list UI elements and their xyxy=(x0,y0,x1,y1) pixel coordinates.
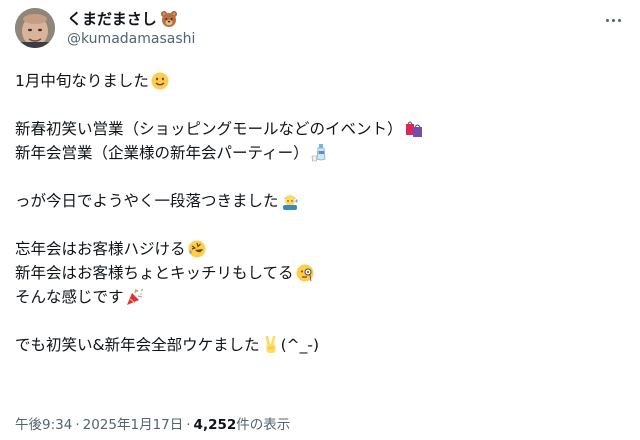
monocle-face-icon xyxy=(295,263,315,283)
post-line: 1月中旬なりました xyxy=(15,69,625,93)
meta-separator: · xyxy=(186,417,191,433)
post-line-text: そんな感じです xyxy=(15,288,124,306)
post-date[interactable]: 2025年1月17日 xyxy=(83,417,184,434)
dot-icon xyxy=(605,18,609,22)
post-line: そんな感じです xyxy=(15,285,625,309)
display-name-text: くまだまさし xyxy=(67,10,157,28)
party-popper-icon xyxy=(125,287,145,307)
post: くまだまさし @kumadamasashi 1月中旬なりました 新春初笑い営業（… xyxy=(0,0,640,440)
handle[interactable]: @kumadamasashi xyxy=(67,31,195,48)
post-line-text: 忘年会はお客様ハジける xyxy=(15,240,186,258)
post-line-text: 新春初笑い営業（ショッピングモールなどのイベント） xyxy=(15,120,403,138)
post-line: っが今日でようやく一段落つきました xyxy=(15,189,625,213)
post-text: 1月中旬なりました 新春初笑い営業（ショッピングモールなどのイベント） 新年会営… xyxy=(15,69,625,357)
sake-icon xyxy=(310,143,330,163)
views-label: 件の表示 xyxy=(236,417,291,433)
post-line: でも初笑い&新年会全部ウケました (^_-) xyxy=(15,333,625,357)
post-line-text: っが今日でようやく一段落つきました xyxy=(15,192,279,210)
post-time[interactable]: 午後9:34 xyxy=(15,417,72,434)
dot-icon xyxy=(611,18,615,22)
shopping-bags-icon xyxy=(404,119,424,139)
post-line-text: 新年会はお客様ちょとキッチリもしてる xyxy=(15,264,294,282)
more-options-button[interactable] xyxy=(600,10,626,30)
post-line: 新春初笑い営業（ショッピングモールなどのイベント） xyxy=(15,117,625,141)
post-line-text: 1月中旬なりました xyxy=(15,72,149,90)
post-meta: 午後9:34 · 2025年1月17日 · 4,252 件の表示 xyxy=(15,417,290,434)
sweating-worker-icon xyxy=(280,191,300,211)
post-line: 忘年会はお客様ハジける xyxy=(15,237,625,261)
smiling-face-icon xyxy=(150,71,170,91)
post-line-suffix: (^_-) xyxy=(280,336,320,354)
views-count[interactable]: 4,252 xyxy=(194,417,237,434)
post-line: 新年会営業（企業様の新年会パーティー） xyxy=(15,141,625,165)
dot-icon xyxy=(617,18,621,22)
post-line-text: 新年会営業（企業様の新年会パーティー） xyxy=(15,144,309,162)
victory-hand-icon xyxy=(261,335,281,355)
post-line-text: でも初笑い&新年会全部ウケました xyxy=(15,336,260,354)
bear-face-icon xyxy=(160,10,178,28)
display-name[interactable]: くまだまさし xyxy=(67,10,178,28)
meta-separator: · xyxy=(75,417,80,433)
avatar[interactable] xyxy=(15,8,55,48)
rolling-laughing-icon xyxy=(187,239,207,259)
post-line: 新年会はお客様ちょとキッチリもしてる xyxy=(15,261,625,285)
